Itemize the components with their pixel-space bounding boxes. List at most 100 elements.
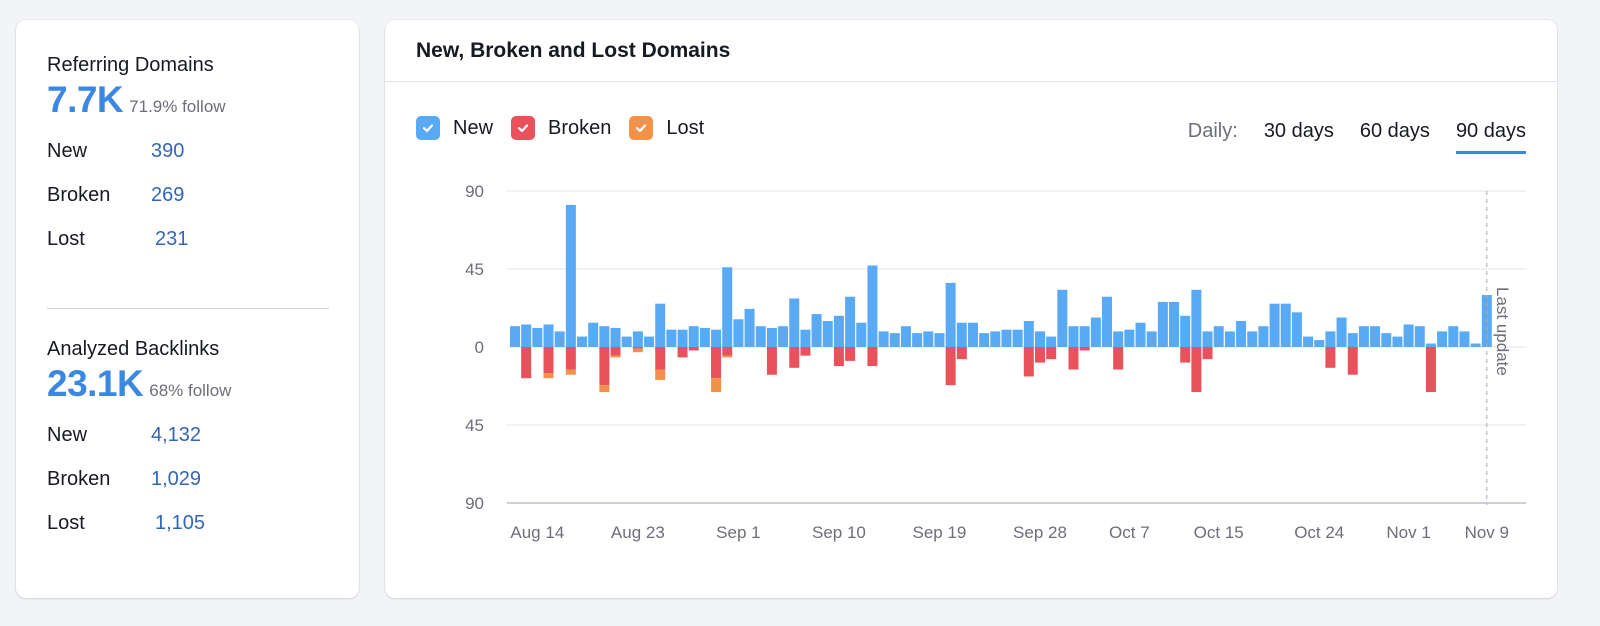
bar-broken bbox=[688, 347, 699, 351]
bar-new bbox=[945, 282, 956, 347]
bar-new bbox=[1034, 331, 1045, 347]
analyzed-backlinks-section: Analyzed Backlinks 23.1K 68% follow New … bbox=[47, 337, 329, 545]
analyzed-backlinks-follow: 68% follow bbox=[149, 381, 232, 400]
stat-row-broken: Broken 269 bbox=[47, 173, 329, 217]
stat-value-link[interactable]: 269 bbox=[151, 184, 184, 207]
bar-new bbox=[1425, 343, 1436, 347]
stat-value-link[interactable]: 1,029 bbox=[151, 468, 201, 491]
bar-new bbox=[1448, 326, 1459, 347]
referring-domains-value[interactable]: 7.7K bbox=[47, 79, 124, 121]
x-tick-label: Sep 28 bbox=[1013, 523, 1067, 542]
stacked-bar-chart: 90 45 0 45 90 Aug 14 Aug 23 Sep 1 Sep 10 Sep 19 S… bbox=[465, 182, 1526, 542]
bar-new bbox=[789, 298, 800, 347]
stat-value-link[interactable]: 1,105 bbox=[151, 512, 205, 535]
referring-domains-follow: 71.9% follow bbox=[129, 97, 226, 116]
bar-new bbox=[521, 324, 532, 347]
bar-broken bbox=[655, 347, 666, 370]
bar-new bbox=[610, 327, 621, 347]
bar-new bbox=[766, 327, 777, 347]
bar-new bbox=[733, 319, 744, 347]
analyzed-backlinks-value[interactable]: 23.1K bbox=[47, 363, 144, 405]
bar-new bbox=[1280, 303, 1291, 347]
stat-row-new: New 4,132 bbox=[47, 413, 329, 457]
bar-new bbox=[655, 303, 666, 347]
bar-new bbox=[833, 315, 844, 347]
bar-new bbox=[979, 333, 990, 347]
bar-new bbox=[811, 314, 822, 347]
bar-lost bbox=[599, 385, 610, 393]
bar-broken bbox=[1425, 347, 1436, 393]
bar-new bbox=[1157, 301, 1168, 347]
bar-new bbox=[990, 331, 1001, 347]
bar-new bbox=[577, 336, 588, 347]
x-axis-ticks: Aug 14 Aug 23 Sep 1 Sep 10 Sep 19 Sep 28 Oct 7… bbox=[510, 523, 1509, 542]
stat-value-link[interactable]: 4,132 bbox=[151, 424, 201, 447]
bar-new bbox=[1236, 321, 1247, 347]
x-tick-label: Sep 19 bbox=[913, 523, 967, 542]
bar-new bbox=[1135, 322, 1146, 347]
bar-broken bbox=[1347, 347, 1358, 375]
x-tick-label: Sep 10 bbox=[812, 523, 866, 542]
bar-broken bbox=[521, 347, 532, 379]
bar-new bbox=[543, 324, 554, 347]
last-update-label: Last update bbox=[1493, 287, 1512, 376]
x-tick-label: Oct 24 bbox=[1294, 523, 1344, 542]
bar-new bbox=[845, 296, 856, 347]
stat-row-lost: Lost 231 bbox=[47, 217, 329, 261]
bar-broken bbox=[1068, 347, 1079, 370]
bar-new bbox=[666, 329, 677, 347]
bar-new bbox=[1291, 312, 1302, 347]
x-tick-label: Nov 9 bbox=[1465, 523, 1509, 542]
bar-new bbox=[900, 326, 911, 347]
bar-new bbox=[1336, 317, 1347, 347]
bar-broken bbox=[1046, 347, 1057, 360]
bar-lost bbox=[655, 369, 666, 380]
bar-broken bbox=[632, 347, 643, 349]
x-tick-label: Aug 14 bbox=[510, 523, 564, 542]
bar-new bbox=[1403, 324, 1414, 347]
bar-new bbox=[1213, 326, 1224, 347]
bar-new bbox=[599, 326, 610, 347]
bar-new bbox=[778, 326, 789, 347]
bar-new bbox=[1102, 296, 1113, 347]
bar-new bbox=[967, 322, 978, 347]
stat-label: Lost bbox=[47, 227, 85, 250]
bar-new bbox=[1057, 289, 1068, 347]
bar-new bbox=[1001, 329, 1012, 347]
bar-broken bbox=[766, 347, 777, 375]
bar-new bbox=[912, 333, 923, 347]
bar-broken bbox=[1325, 347, 1336, 368]
stat-value-link[interactable]: 231 bbox=[151, 228, 188, 251]
bar-broken bbox=[833, 347, 844, 367]
stat-value-link[interactable]: 390 bbox=[151, 140, 184, 163]
bar-lost bbox=[565, 369, 576, 375]
bar-new bbox=[621, 336, 632, 347]
bar-new bbox=[1224, 331, 1235, 347]
y-tick-label: 45 bbox=[465, 416, 484, 435]
bar-broken bbox=[711, 347, 722, 379]
bar-new bbox=[1392, 336, 1403, 347]
bar-new bbox=[822, 321, 833, 347]
bar-broken bbox=[845, 347, 856, 361]
bar-broken bbox=[1180, 347, 1191, 363]
referring-domains-title: Referring Domains bbox=[47, 54, 214, 76]
bar-new bbox=[1068, 326, 1079, 347]
stat-row-lost: Lost 1,105 bbox=[47, 501, 329, 545]
x-tick-label: Oct 15 bbox=[1194, 523, 1244, 542]
bar-new bbox=[1012, 329, 1023, 347]
bar-new bbox=[1358, 326, 1369, 347]
bar-broken bbox=[1202, 347, 1213, 360]
bar-new bbox=[1247, 331, 1258, 347]
bar-new bbox=[565, 204, 576, 347]
analyzed-backlinks-title: Analyzed Backlinks bbox=[47, 338, 220, 360]
bar-new bbox=[722, 267, 733, 347]
bar-new bbox=[644, 336, 655, 347]
bar-new bbox=[1381, 333, 1392, 347]
bar-new bbox=[1258, 326, 1269, 347]
bar-new bbox=[923, 331, 934, 347]
bar-new bbox=[1124, 329, 1135, 347]
stat-label: New bbox=[47, 423, 88, 446]
bar-new bbox=[711, 329, 722, 347]
bar-new bbox=[677, 329, 688, 347]
bar-broken bbox=[800, 347, 811, 356]
